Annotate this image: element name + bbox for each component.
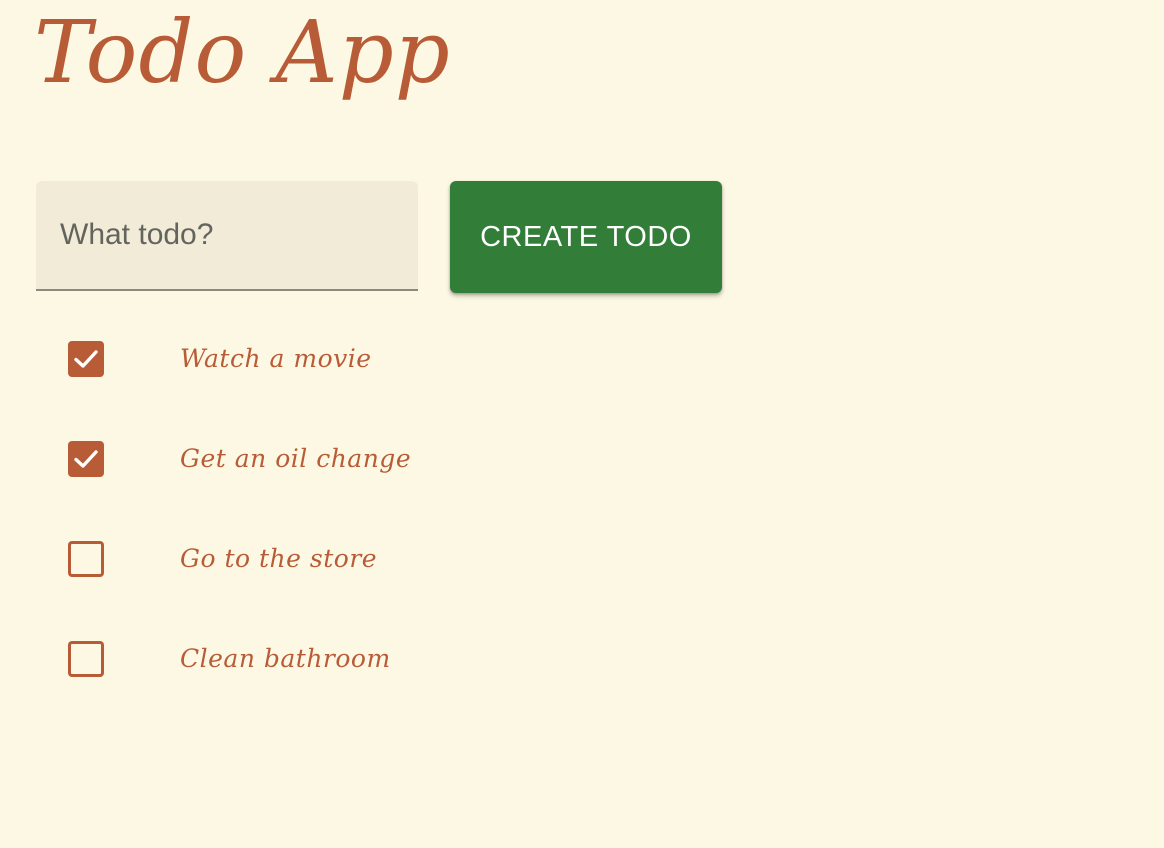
- create-todo-button[interactable]: CREATE TODO: [450, 181, 722, 293]
- todo-input[interactable]: [36, 181, 418, 289]
- checkmark-icon: [74, 450, 98, 468]
- page-title: Todo App: [34, 3, 451, 103]
- todo-item: Get an oil change: [60, 429, 480, 489]
- todo-label: Watch a movie: [180, 344, 372, 373]
- todo-item: Clean bathroom: [60, 629, 480, 689]
- todo-label: Clean bathroom: [180, 644, 391, 673]
- todo-item: Watch a movie: [60, 329, 480, 389]
- todo-checkbox[interactable]: [68, 641, 104, 677]
- todo-checkbox[interactable]: [68, 441, 104, 477]
- todo-label: Go to the store: [180, 544, 378, 573]
- checkmark-icon: [74, 350, 98, 368]
- todo-item: Go to the store: [60, 529, 480, 589]
- todo-checkbox[interactable]: [68, 341, 104, 377]
- todo-input-container: [36, 181, 418, 291]
- todo-checkbox[interactable]: [68, 541, 104, 577]
- todo-label: Get an oil change: [180, 444, 412, 473]
